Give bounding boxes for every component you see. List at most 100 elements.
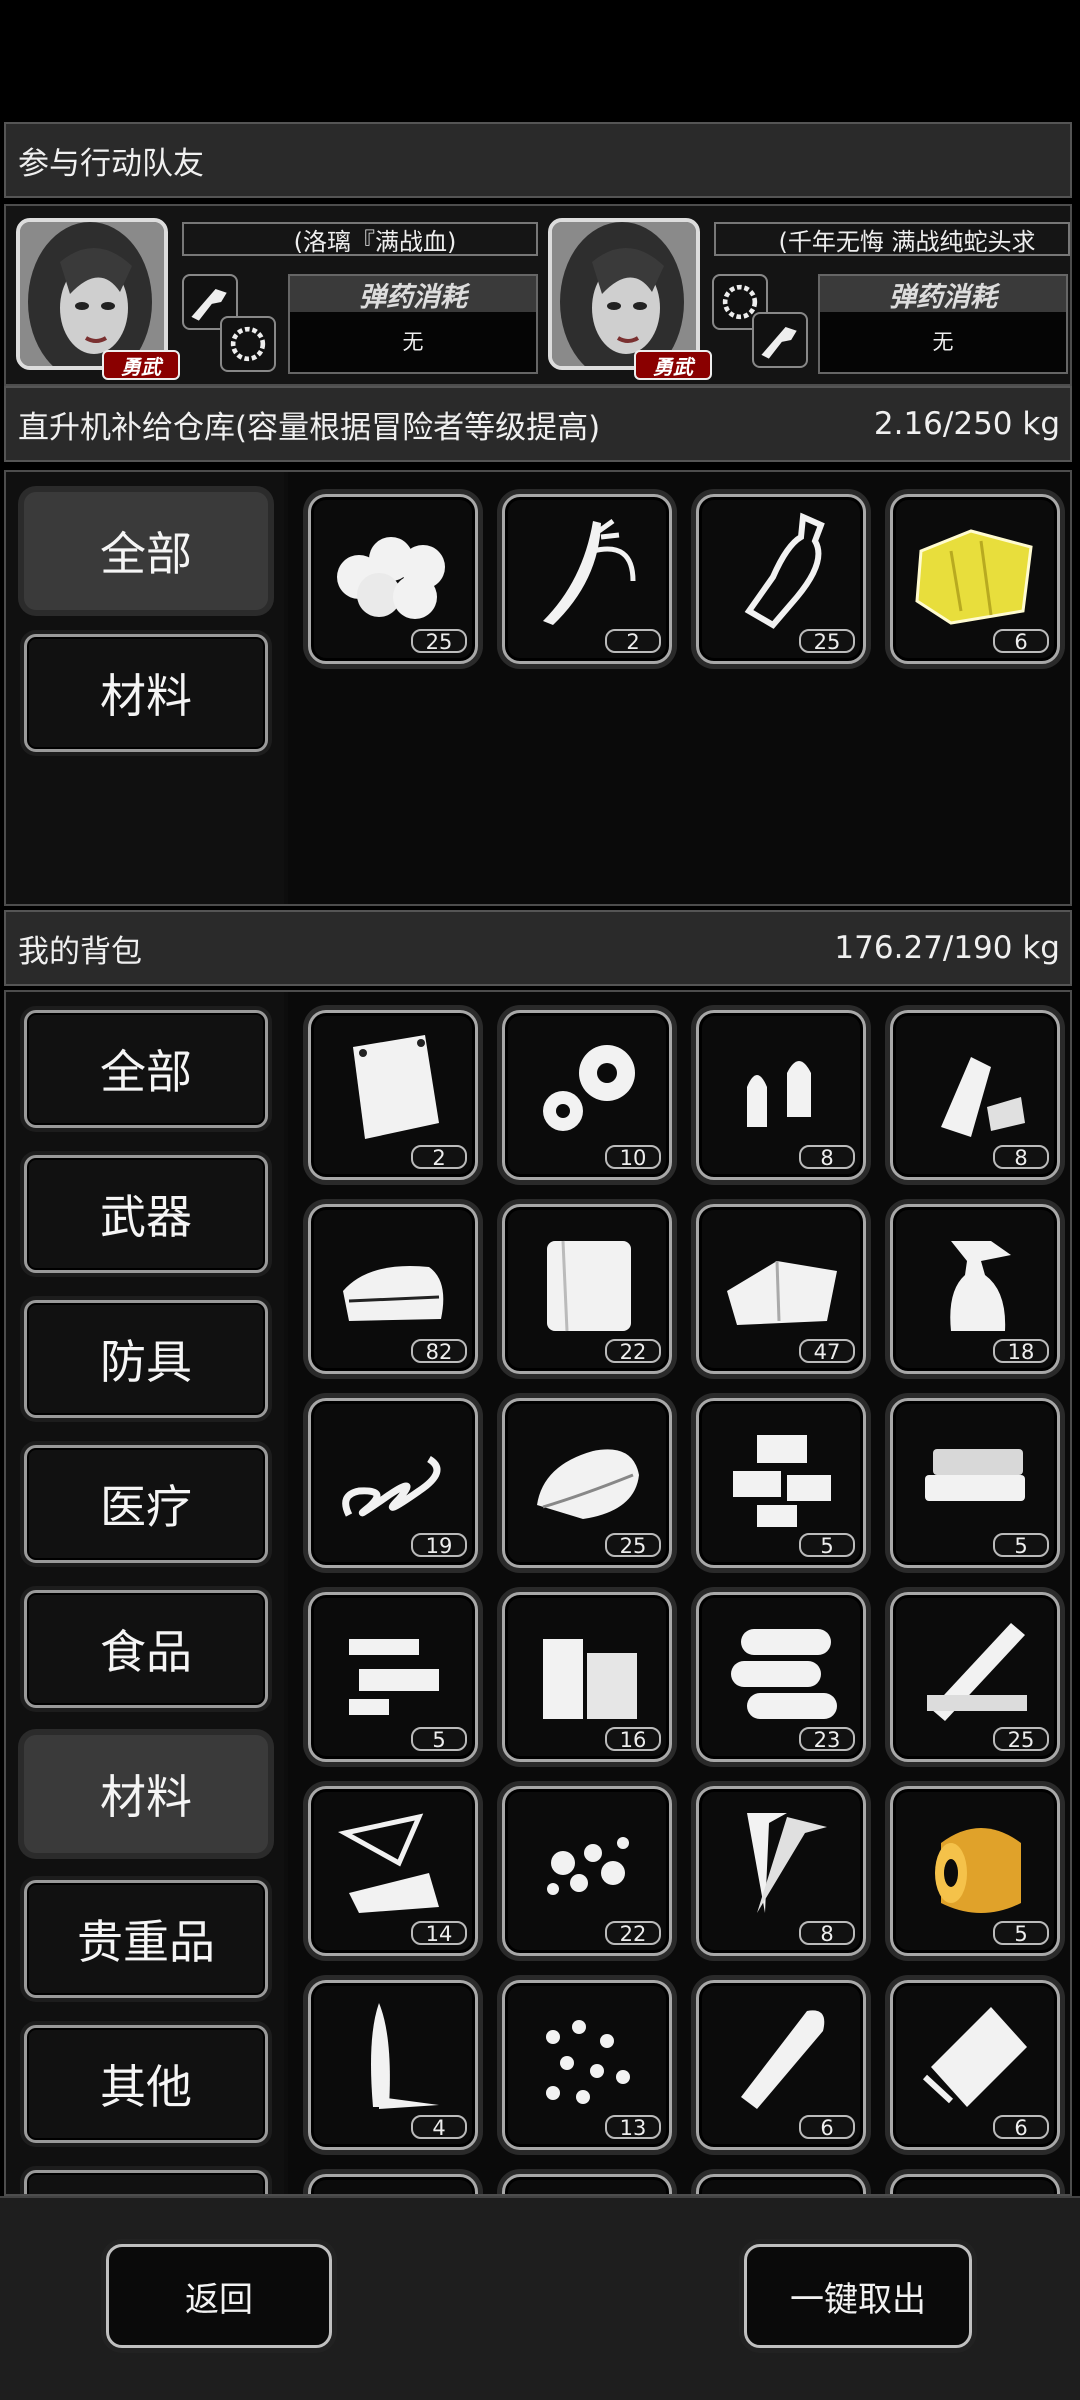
sponge-icon (925, 1449, 1025, 1501)
item-quantity: 13 (605, 2115, 661, 2139)
ammo-value: 无 (402, 330, 424, 354)
item-quantity: 47 (799, 1339, 855, 1363)
paper-bag-icon (922, 2007, 1027, 2107)
item-quantity: 16 (605, 1727, 661, 1751)
backpack-item[interactable]: 22 (502, 1204, 672, 1374)
warehouse-item[interactable]: 25 (696, 494, 866, 664)
item-quantity: 6 (993, 2115, 1049, 2139)
wood-blocks-icon (543, 1639, 637, 1719)
towel-icon (537, 1449, 639, 1519)
screws-icon (747, 1813, 827, 1913)
backpack-item[interactable]: 18 (890, 1204, 1060, 1374)
item-quantity: 82 (411, 1339, 467, 1363)
rags-icon (727, 1260, 837, 1325)
backpack-item[interactable]: 2 (308, 1010, 478, 1180)
backpack-item[interactable]: 5 (890, 1398, 1060, 1568)
item-quantity: 8 (993, 1145, 1049, 1169)
backpack-item[interactable]: 4 (308, 1980, 478, 2150)
backpack-item[interactable] (696, 2174, 866, 2194)
backpack-tab-materials[interactable]: 材料 (24, 1735, 268, 1853)
backpack-item[interactable]: 8 (890, 1010, 1060, 1180)
back-button[interactable]: 返回 (106, 2244, 332, 2348)
rank-badge: 勇武 (102, 350, 180, 380)
take-all-button[interactable]: 一键取出 (744, 2244, 972, 2348)
backpack-item[interactable] (502, 2174, 672, 2194)
teammate-name: (洛璃『满战血) (182, 222, 538, 256)
ammo-label: 弹药消耗 (290, 276, 536, 313)
backpack-item[interactable]: 25 (890, 1592, 1060, 1762)
teammate-name: (千年无悔 满战纯蛇头求 (714, 222, 1070, 256)
backpack-item[interactable]: 10 (502, 1010, 672, 1180)
backpack-sidebar: 全部 武器 防具 医疗 食品 材料 贵重品 其他 (6, 992, 284, 2194)
item-quantity: 23 (799, 1727, 855, 1751)
item-quantity: 6 (993, 629, 1049, 653)
backpack-item[interactable]: 14 (308, 1786, 478, 1956)
knife-blade-icon (371, 2003, 439, 2109)
plastic-bottle-icon (744, 512, 825, 629)
backpack-item[interactable] (308, 2174, 478, 2194)
backpack-item[interactable]: 82 (308, 1204, 478, 1374)
rubble-icon (547, 1837, 629, 1895)
warehouse-item[interactable]: 25 (308, 494, 478, 664)
backpack-item[interactable]: 5 (308, 1592, 478, 1762)
backpack-item[interactable]: 16 (502, 1592, 672, 1762)
backpack-panel: 全部 武器 防具 医疗 食品 材料 贵重品 其他 2 10 8 8 82 22 47 18 19… (4, 990, 1072, 2196)
item-quantity: 5 (993, 1921, 1049, 1945)
backpack-item[interactable]: 19 (308, 1398, 478, 1568)
backpack-item[interactable]: 6 (696, 1980, 866, 2150)
warehouse-item[interactable]: 6 (890, 494, 1060, 664)
pellets-icon (546, 2020, 630, 2104)
item-quantity: 5 (411, 1727, 467, 1751)
item-quantity: 10 (605, 1145, 661, 1169)
backpack-tab-food[interactable]: 食品 (24, 1590, 268, 1708)
backpack-tab-weapons[interactable]: 武器 (24, 1155, 268, 1273)
warehouse-item[interactable]: 2 (502, 494, 672, 664)
fabric-icon (547, 1240, 631, 1332)
backpack-tab-medical[interactable]: 医疗 (24, 1445, 268, 1563)
backpack-item[interactable]: 5 (890, 1786, 1060, 1956)
backpack-item[interactable]: 47 (696, 1204, 866, 1374)
wires-icon (543, 518, 636, 625)
teammate-avatar[interactable] (548, 218, 700, 370)
warehouse-tab-all[interactable]: 全部 (24, 492, 268, 610)
item-quantity: 4 (411, 2115, 467, 2139)
backpack-item[interactable]: 5 (696, 1398, 866, 1568)
yellow-cloth-icon (915, 529, 1033, 625)
backpack-tab-all[interactable]: 全部 (24, 1010, 268, 1128)
teammate-avatar[interactable] (16, 218, 168, 370)
footer-bar: 返回 一键取出 (0, 2196, 1080, 2400)
item-quantity: 25 (993, 1727, 1049, 1751)
warehouse-tab-materials[interactable]: 材料 (24, 634, 268, 752)
warehouse-capacity: 2.16/250 kg (873, 406, 1060, 442)
backpack-item[interactable]: 13 (502, 1980, 672, 2150)
item-quantity: 2 (411, 1145, 467, 1169)
bricks-icon (733, 1435, 831, 1527)
backpack-item[interactable]: 23 (696, 1592, 866, 1762)
bullets-icon (747, 1061, 811, 1127)
backpack-tab-other[interactable]: 其他 (24, 2025, 268, 2143)
backpack-item[interactable]: 6 (890, 1980, 1060, 2150)
backpack-item[interactable]: 8 (696, 1786, 866, 1956)
item-quantity: 22 (605, 1921, 661, 1945)
bag-icon (353, 1035, 439, 1139)
backpack-tab-armor[interactable]: 防具 (24, 1300, 268, 1418)
logs-icon (731, 1629, 837, 1719)
backpack-item[interactable]: 25 (502, 1398, 672, 1568)
warehouse-title: 直升机补给仓库(容量根据冒险者等级提高) (18, 409, 601, 446)
ammo-value: 无 (932, 330, 954, 354)
item-quantity: 18 (993, 1339, 1049, 1363)
backpack-item[interactable]: 8 (696, 1010, 866, 1180)
backpack-item[interactable] (890, 2174, 1060, 2194)
gears-icon (543, 1045, 635, 1131)
item-quantity: 25 (799, 629, 855, 653)
cotton-balls-icon (337, 537, 445, 619)
backpack-tab-valuables[interactable]: 贵重品 (24, 1880, 268, 1998)
item-quantity: 2 (605, 629, 661, 653)
backpack-header: 我的背包 176.27/190 kg (4, 910, 1072, 986)
item-quantity: 8 (799, 1145, 855, 1169)
backpack-tab-more[interactable] (24, 2170, 268, 2194)
planks-icon (927, 1623, 1027, 1721)
team-title: 参与行动队友 (18, 145, 204, 182)
backpack-item[interactable]: 22 (502, 1786, 672, 1956)
cartridge-icon (741, 2010, 825, 2109)
